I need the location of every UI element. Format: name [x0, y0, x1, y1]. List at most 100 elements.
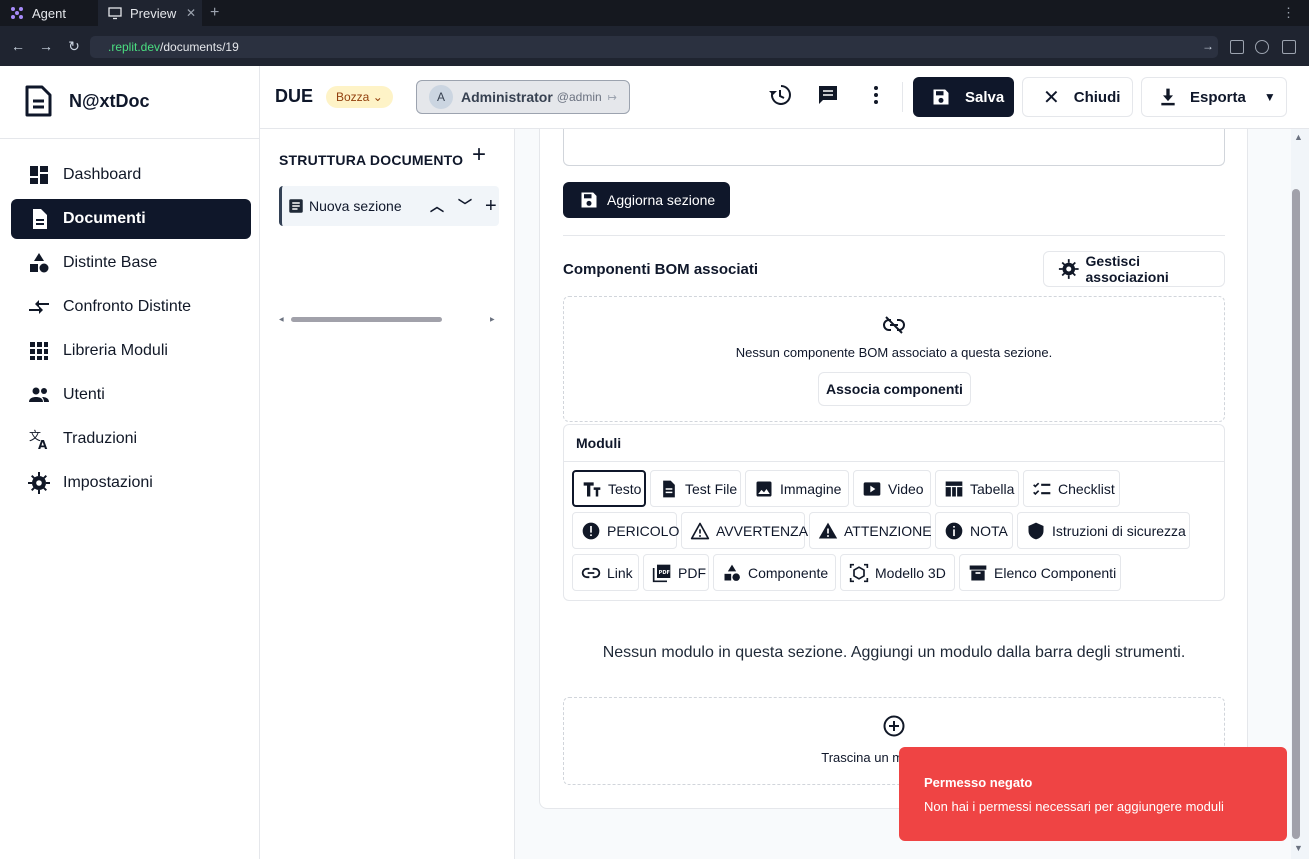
module-attenzione-button[interactable]: ATTENZIONE [809, 512, 932, 549]
archive-icon [969, 565, 987, 580]
logout-icon[interactable]: ↦ [608, 91, 617, 104]
reload-icon[interactable]: ↻ [66, 38, 82, 54]
section-item[interactable]: Nuova sezione ︿ ﹀ + [279, 186, 499, 226]
module-pericolo-button[interactable]: PERICOLO [572, 512, 679, 549]
vertical-scrollbar[interactable]: ▲ ▼ [1291, 129, 1309, 859]
add-section-icon[interactable]: + [472, 143, 486, 167]
scroll-down-icon[interactable]: ▼ [1294, 843, 1303, 853]
svg-text:A: A [38, 438, 48, 451]
section-label: Nuova sezione [309, 198, 402, 214]
module-video-button[interactable]: Video [853, 470, 931, 507]
close-button[interactable]: ✕ Chiudi [1022, 77, 1133, 117]
warning-filled-icon [818, 522, 838, 538]
structure-title: STRUTTURA DOCUMENTO [279, 152, 464, 168]
export-button[interactable]: Esporta ▼ [1141, 77, 1287, 117]
sidebar-item-label: Dashboard [63, 166, 142, 183]
divider [902, 82, 903, 112]
save-label: Salva [965, 88, 1005, 106]
manage-associations-button[interactable]: Gestisci associazioni [1043, 251, 1225, 287]
permission-denied-toast[interactable]: Permesso negato Non hai i permessi neces… [899, 747, 1287, 841]
sidebar-item-distinte-base[interactable]: Distinte Base [11, 243, 251, 283]
app-logo[interactable]: N@xtDoc [24, 84, 150, 118]
history-icon[interactable] [768, 83, 792, 107]
move-down-icon[interactable]: ﹀ [458, 196, 472, 216]
more-vert-icon[interactable]: ⋮ [1282, 0, 1295, 26]
module-label: Immagine [780, 480, 842, 497]
users-icon [29, 387, 49, 402]
table-icon [945, 481, 963, 496]
user-chip[interactable]: A Administrator @admin ↦ [416, 80, 630, 114]
scroll-left-icon: ◀ [279, 317, 284, 323]
sidebar-item-label: Documenti [63, 210, 146, 227]
sidebar-item-confronto-distinte[interactable]: Confronto Distinte [11, 287, 251, 327]
sidebar-item-utenti[interactable]: Utenti [11, 375, 251, 415]
move-up-icon[interactable]: ︿ [430, 196, 444, 216]
manage-associations-label: Gestisci associazioni [1085, 253, 1169, 285]
module-checklist-button[interactable]: Checklist [1023, 470, 1120, 507]
module-testo-button[interactable]: Testo [572, 470, 646, 507]
module-label: ATTENZIONE [844, 522, 932, 539]
sidebar-item-traduzioni[interactable]: 文A Traduzioni [11, 419, 251, 459]
tab-preview[interactable]: Preview ✕ [98, 0, 202, 26]
module-avvertenza-button[interactable]: AVVERTENZA [681, 512, 808, 549]
tools-icon[interactable] [1255, 40, 1269, 54]
horizontal-scrollbar[interactable]: ◀ ▶ [279, 315, 497, 323]
shield-icon [1028, 522, 1044, 539]
module-test-file-button[interactable]: Test File [650, 470, 741, 507]
close-label: Chiudi [1073, 88, 1121, 106]
open-external-icon[interactable]: → [1200, 38, 1216, 54]
module-pdf-button[interactable]: PDF PDF [643, 554, 709, 591]
devices-icon[interactable] [1230, 40, 1244, 54]
comment-icon[interactable] [816, 83, 840, 107]
bom-empty-state: Nessun componente BOM associato a questa… [563, 296, 1225, 422]
module-label: NOTA [970, 522, 1008, 539]
save-icon [581, 192, 597, 208]
monitor-icon [108, 7, 122, 20]
module-nota-button[interactable]: NOTA [935, 512, 1013, 549]
sidebar-item-label: Distinte Base [63, 254, 158, 271]
address-bar: ← → ↻ .replit.dev/documents/19 → [0, 30, 1309, 64]
status-badge[interactable]: Bozza ⌄ [326, 86, 393, 108]
modules-toolbar: Moduli Testo Test File Immagine Video Ta… [563, 424, 1225, 601]
module-elenco-componenti-button[interactable]: Elenco Componenti [959, 554, 1121, 591]
sidebar-item-documenti[interactable]: Documenti [11, 199, 251, 239]
add-subsection-icon[interactable]: + [485, 195, 497, 218]
module-label: Checklist [1058, 480, 1115, 497]
module-modello-3d-button[interactable]: Modello 3D [840, 554, 955, 591]
new-tab-button[interactable]: + [210, 0, 226, 26]
document-icon [33, 209, 47, 229]
module-tabella-button[interactable]: Tabella [935, 470, 1019, 507]
save-button[interactable]: Salva [913, 77, 1014, 117]
scroll-thumb[interactable] [291, 317, 442, 322]
associate-components-button[interactable]: Associa componenti [818, 372, 971, 406]
update-section-button[interactable]: Aggiorna sezione [563, 182, 730, 218]
scroll-up-icon[interactable]: ▲ [1294, 132, 1303, 142]
back-icon[interactable]: ← [10, 38, 26, 54]
module-istruzioni-sicurezza-button[interactable]: Istruzioni di sicurezza [1017, 512, 1190, 549]
toast-title: Permesso negato [924, 775, 1033, 790]
module-label: Componente [748, 564, 829, 581]
app-name: N@xtDoc [69, 90, 150, 111]
close-tab-icon[interactable]: ✕ [186, 6, 196, 20]
divider [563, 235, 1225, 236]
update-section-label: Aggiorna sezione [607, 192, 716, 208]
module-immagine-button[interactable]: Immagine [745, 470, 849, 507]
document-logo-icon [25, 85, 52, 117]
scroll-right-icon: ▶ [490, 317, 495, 323]
sidebar-item-dashboard[interactable]: Dashboard [11, 155, 251, 195]
scroll-thumb[interactable] [1292, 189, 1300, 839]
section-description-field[interactable] [563, 129, 1225, 166]
tab-agent[interactable]: Agent [0, 0, 98, 26]
module-label: Video [888, 480, 924, 497]
module-componente-button[interactable]: Componente [713, 554, 836, 591]
sidebar-item-label: Libreria Moduli [63, 342, 168, 359]
url-field[interactable]: .replit.dev/documents/19 [90, 36, 1218, 58]
modules-title: Moduli [564, 425, 1224, 462]
module-link-button[interactable]: Link [572, 554, 639, 591]
more-vert-icon[interactable] [864, 83, 888, 107]
forward-icon[interactable]: → [38, 38, 54, 54]
popout-icon[interactable] [1282, 40, 1296, 54]
info-icon [945, 522, 963, 539]
sidebar-item-impostazioni[interactable]: Impostazioni [11, 463, 251, 503]
sidebar-item-libreria-moduli[interactable]: Libreria Moduli [11, 331, 251, 371]
